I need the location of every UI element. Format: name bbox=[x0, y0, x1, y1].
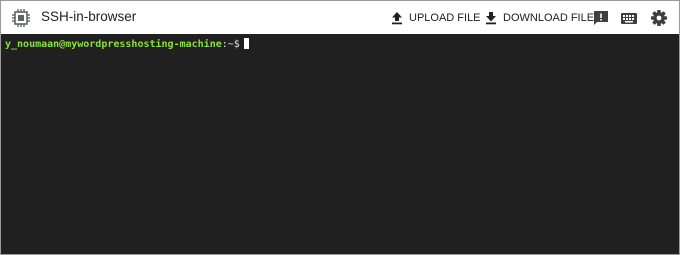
download-file-button[interactable]: DOWNLOAD FILE bbox=[485, 9, 594, 27]
feedback-icon[interactable] bbox=[592, 9, 610, 27]
prompt-path: :~$ bbox=[221, 39, 240, 50]
prompt-line: y_noumaan@mywordpresshosting-machine:~$ bbox=[5, 38, 249, 51]
app-title: SSH-in-browser bbox=[41, 9, 137, 24]
chip-icon bbox=[12, 9, 30, 27]
terminal[interactable]: y_noumaan@mywordpresshosting-machine:~$ bbox=[1, 34, 679, 254]
toolbar: SSH-in-browser UPLOAD FILE DOWNLOAD FILE bbox=[1, 1, 679, 34]
download-icon bbox=[486, 12, 496, 25]
upload-file-button[interactable]: UPLOAD FILE bbox=[391, 9, 481, 27]
gear-icon[interactable] bbox=[650, 9, 668, 27]
keyboard-icon[interactable] bbox=[620, 9, 638, 27]
terminal-cursor bbox=[243, 38, 249, 49]
ssh-window: SSH-in-browser UPLOAD FILE DOWNLOAD FILE bbox=[0, 0, 680, 255]
prompt-user-host: y_noumaan@mywordpresshosting-machine bbox=[5, 39, 222, 50]
upload-file-label: UPLOAD FILE bbox=[409, 12, 481, 24]
upload-icon bbox=[392, 12, 402, 25]
download-file-label: DOWNLOAD FILE bbox=[503, 12, 595, 24]
